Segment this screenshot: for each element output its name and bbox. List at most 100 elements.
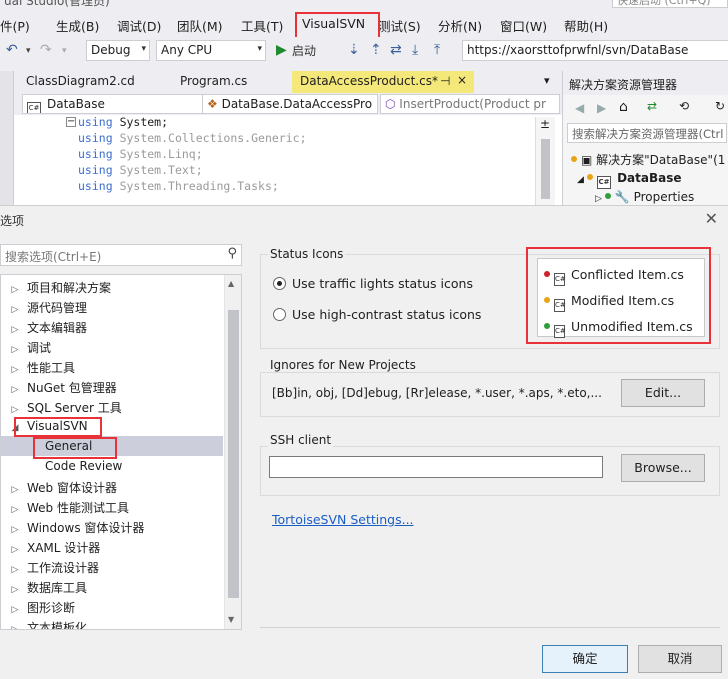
tree-item-code-review[interactable]: Code Review: [1, 456, 223, 476]
solution-search-input[interactable]: 搜索解决方案资源管理器(Ctrl: [567, 123, 727, 143]
menu-team[interactable]: 团队(M): [177, 16, 223, 35]
tree-item-debugging[interactable]: ▷ 调试: [1, 336, 223, 356]
pin-icon[interactable]: ⊣: [440, 74, 450, 88]
expand-icon[interactable]: ▷: [9, 365, 21, 375]
menu-analyze[interactable]: 分析(N): [438, 16, 482, 35]
tree-item-xaml-designer[interactable]: ▷ XAML 设计器: [1, 536, 223, 556]
options-search-input[interactable]: 搜索选项(Ctrl+E) ⚲: [0, 244, 242, 266]
svn-upload-icon[interactable]: ⤒: [434, 42, 440, 58]
collapse-icon[interactable]: −: [66, 117, 76, 127]
expand-icon[interactable]: ▷: [9, 385, 21, 395]
code-editor[interactable]: − using System; using System.Collections…: [14, 115, 562, 205]
expand-icon[interactable]: ▷: [9, 585, 21, 595]
expand-icon[interactable]: ▷: [9, 605, 21, 615]
menu-window[interactable]: 窗口(W): [500, 16, 547, 35]
scroll-up-icon[interactable]: ▲: [228, 279, 234, 288]
history-icon[interactable]: ⟲: [679, 99, 689, 113]
tree-item-text-templating[interactable]: ▷ 文本模板化: [1, 616, 223, 629]
expand-icon[interactable]: ▷: [9, 325, 21, 335]
split-icon[interactable]: ±: [540, 117, 550, 131]
expand-icon[interactable]: ▷: [9, 285, 21, 295]
tab-dataaccessproduct[interactable]: DataAccessProduct.cs* ⊣ ×: [292, 71, 474, 93]
expand-icon[interactable]: ▷: [9, 405, 21, 415]
browse-button[interactable]: Browse...: [621, 454, 705, 482]
svn-update-icon[interactable]: ⇣: [348, 42, 360, 58]
tree-item-nuget[interactable]: ▷ NuGet 包管理器: [1, 376, 223, 396]
tab-classdiagram[interactable]: ClassDiagram2.cd: [18, 71, 143, 93]
ssh-client-input[interactable]: [269, 456, 603, 478]
tree-item-projects[interactable]: ▷ 项目和解决方案: [1, 276, 223, 296]
tree-item-visualsvn[interactable]: ◢ VisualSVN: [1, 416, 223, 436]
expand-icon[interactable]: ▷: [9, 545, 21, 555]
tree-item-sql-server[interactable]: ▷ SQL Server 工具: [1, 396, 223, 416]
quick-launch-input[interactable]: 快速启动 (Ctrl+Q): [612, 0, 728, 8]
expand-icon[interactable]: ▷: [9, 505, 21, 515]
status-icons-label: Status Icons: [268, 247, 346, 261]
tree-item-web-forms-designer[interactable]: ▷ Web 窗体设计器: [1, 476, 223, 496]
traffic-lights-radio[interactable]: Use traffic lights status icons: [273, 276, 473, 291]
tree-item-windows-forms-designer[interactable]: ▷ Windows 窗体设计器: [1, 516, 223, 536]
menu-debug[interactable]: 调试(D): [117, 16, 161, 35]
forward-icon[interactable]: ▶: [597, 101, 606, 115]
menu-test[interactable]: 测试(S): [378, 16, 421, 35]
menu-project[interactable]: 件(P): [0, 16, 30, 35]
sync-icon[interactable]: ⇄: [647, 99, 657, 113]
scroll-thumb[interactable]: [541, 139, 550, 199]
expand-icon[interactable]: ▷: [9, 485, 21, 495]
menu-build[interactable]: 生成(B): [56, 16, 99, 35]
redo-dropdown-icon[interactable]: ▾: [62, 46, 67, 56]
menu-visualsvn[interactable]: VisualSVN: [302, 16, 365, 31]
class-combo[interactable]: ❖ DataBase.DataAccessPro: [202, 94, 378, 114]
expand-icon[interactable]: ▷: [9, 345, 21, 355]
menu-tools[interactable]: 工具(T): [241, 16, 283, 35]
expand-icon[interactable]: ▷: [9, 625, 21, 629]
expand-icon[interactable]: ▷: [9, 525, 21, 535]
expand-icon[interactable]: ▷: [9, 305, 21, 315]
refresh-icon[interactable]: ↻: [715, 99, 725, 113]
project-node[interactable]: ◢ C# DataBase: [577, 171, 681, 189]
tortoisesvn-settings-link[interactable]: TortoiseSVN Settings...: [272, 512, 414, 527]
unmodified-status-icon: [604, 193, 611, 199]
svn-download-icon[interactable]: ⤓: [412, 42, 418, 58]
start-icon[interactable]: ▶: [276, 42, 287, 58]
ok-button[interactable]: 确定: [542, 645, 628, 673]
menu-help[interactable]: 帮助(H): [564, 16, 608, 35]
tree-item-text-editor[interactable]: ▷ 文本编辑器: [1, 316, 223, 336]
undo-dropdown-icon[interactable]: ▾: [26, 46, 31, 56]
undo-icon[interactable]: ↶: [6, 42, 18, 58]
close-icon[interactable]: ×: [457, 73, 467, 87]
redo-icon[interactable]: ↷: [40, 42, 52, 58]
tree-item-performance-tools[interactable]: ▷ 性能工具: [1, 356, 223, 376]
cancel-button[interactable]: 取消: [638, 645, 722, 673]
tree-scrollbar[interactable]: ▲ ▼: [224, 275, 241, 629]
edit-button[interactable]: Edit...: [621, 379, 705, 407]
editor-scrollbar[interactable]: ±: [535, 117, 555, 205]
tree-item-database-tools[interactable]: ▷ 数据库工具: [1, 576, 223, 596]
tree-item-graphics-diagnostics[interactable]: ▷ 图形诊断: [1, 596, 223, 616]
tab-overflow-icon[interactable]: ▾: [544, 74, 550, 87]
expand-icon[interactable]: ▷: [9, 565, 21, 575]
tree-item-workflow-designer[interactable]: ▷ 工作流设计器: [1, 556, 223, 576]
tree-item-web-performance[interactable]: ▷ Web 性能测试工具: [1, 496, 223, 516]
home-icon[interactable]: ⌂: [619, 99, 628, 115]
solution-node[interactable]: ▣ 解决方案"DataBase"(1: [571, 151, 725, 168]
close-icon[interactable]: ✕: [705, 209, 718, 228]
project-combo[interactable]: C# DataBase: [22, 94, 206, 114]
collapse-icon[interactable]: ◢: [9, 423, 21, 433]
csharp-file-icon: C#: [554, 299, 566, 312]
tree-item-general[interactable]: General: [1, 436, 223, 456]
svn-commit-icon[interactable]: ⇡: [370, 42, 382, 58]
tree-item-source-control[interactable]: ▷ 源代码管理: [1, 296, 223, 316]
config-combo[interactable]: Debug ▾: [86, 40, 150, 61]
start-label[interactable]: 启动: [292, 42, 316, 59]
scroll-thumb[interactable]: [228, 310, 239, 598]
tab-program[interactable]: Program.cs: [172, 71, 255, 93]
member-combo[interactable]: ⬡ InsertProduct(Product pr: [380, 94, 560, 114]
platform-combo[interactable]: Any CPU ▾: [156, 40, 266, 61]
properties-node[interactable]: ▷ 🔧 Properties: [595, 190, 694, 204]
svn-diff-icon[interactable]: ⇄: [390, 42, 402, 58]
back-icon[interactable]: ◀: [575, 101, 584, 115]
high-contrast-radio[interactable]: Use high-contrast status icons: [273, 307, 481, 322]
scroll-down-icon[interactable]: ▼: [228, 615, 234, 624]
svn-url-field[interactable]: https://xaorsttofprwfnl/svn/DataBase: [462, 40, 728, 61]
